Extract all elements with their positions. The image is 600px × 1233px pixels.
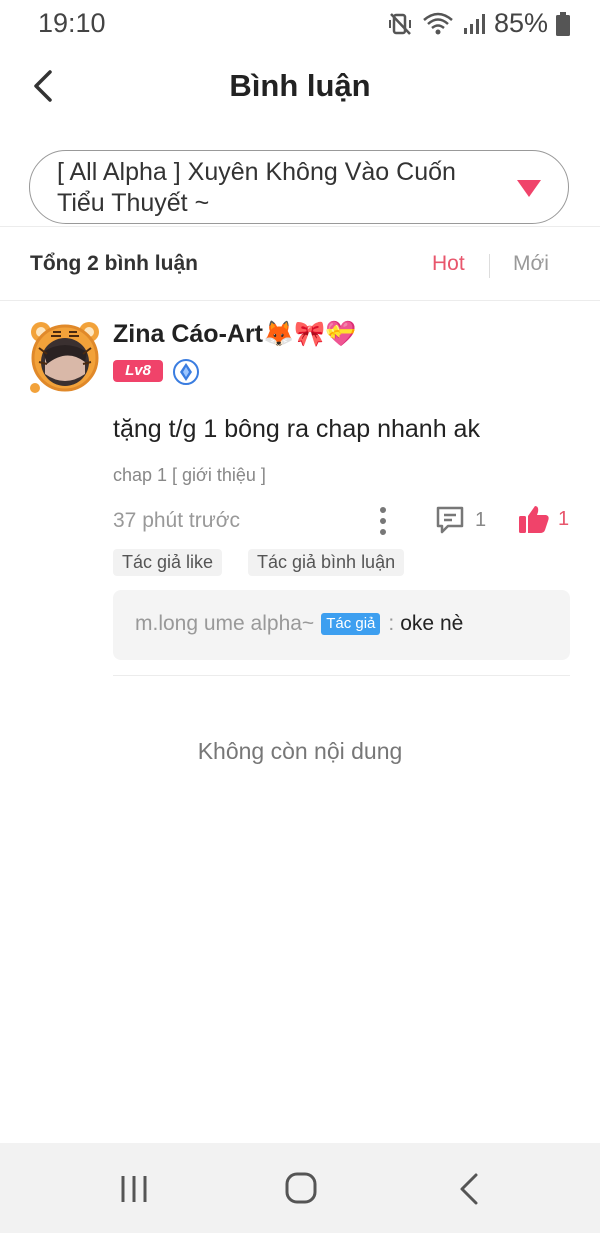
status-bar: 19:10 85%: [0, 0, 600, 48]
comment-count: Tổng 2 bình luận: [30, 252, 198, 275]
home-icon[interactable]: [281, 1171, 321, 1207]
status-icons: 85%: [388, 8, 570, 39]
sort-separator: [489, 254, 490, 278]
reply-line: m.long ume alpha~ Tác giả : oke nè: [135, 612, 463, 636]
author-liked-tag: Tác giả like: [113, 549, 223, 576]
level-badge: Lv8: [113, 360, 163, 382]
author-badge: Tác giả: [321, 613, 381, 635]
reply-colon: :: [388, 612, 395, 635]
divider: [0, 226, 600, 227]
recent-apps-icon[interactable]: [114, 1171, 154, 1207]
more-options-icon[interactable]: [376, 506, 390, 536]
back-icon[interactable]: [450, 1171, 490, 1207]
chapter-link[interactable]: chap 1 [ giới thiệu ]: [113, 465, 266, 486]
divider: [113, 675, 570, 676]
author-replied-tag: Tác giả bình luận: [248, 549, 405, 576]
reply-button[interactable]: 1: [435, 505, 486, 535]
timestamp: 37 phút trước: [113, 509, 241, 532]
page-title: Bình luận: [229, 68, 371, 103]
wifi-icon: [423, 12, 453, 34]
avatar[interactable]: [27, 318, 103, 394]
header: Bình luận: [0, 48, 600, 128]
reply-text: oke nè: [400, 612, 464, 635]
book-selector[interactable]: [ All Alpha ] Xuyên Không Vào Cuốn Tiểu …: [29, 150, 569, 224]
dropdown-arrow-icon: [517, 180, 541, 197]
vip-diamond-icon: [173, 359, 199, 385]
signal-icon: [463, 13, 485, 34]
battery-percent: 85%: [493, 8, 548, 38]
comment-text: tặng t/g 1 bông ra chap nhanh ak: [113, 415, 480, 443]
reply-preview[interactable]: m.long ume alpha~ Tác giả : oke nè: [113, 590, 570, 660]
thumbs-up-icon: [519, 506, 549, 533]
tab-hot[interactable]: Hot: [432, 252, 465, 276]
comment-icon: [436, 506, 464, 534]
reply-username: m.long ume alpha~: [135, 612, 315, 635]
tab-new[interactable]: Mới: [513, 252, 549, 276]
status-time: 19:10: [38, 8, 106, 38]
like-button[interactable]: 1: [518, 504, 569, 534]
book-title: [ All Alpha ] Xuyên Không Vào Cuốn Tiểu …: [57, 158, 456, 217]
divider: [0, 300, 600, 301]
mute-vibrate-icon: [388, 12, 411, 35]
like-count: 1: [558, 507, 570, 530]
system-nav-bar: [0, 1143, 600, 1233]
battery-icon: [556, 11, 570, 36]
username[interactable]: Zina Cáo-Art🦊🎀💝: [113, 320, 356, 349]
end-of-list-text: Không còn nội dung: [197, 738, 403, 764]
reply-count: 1: [475, 508, 487, 531]
